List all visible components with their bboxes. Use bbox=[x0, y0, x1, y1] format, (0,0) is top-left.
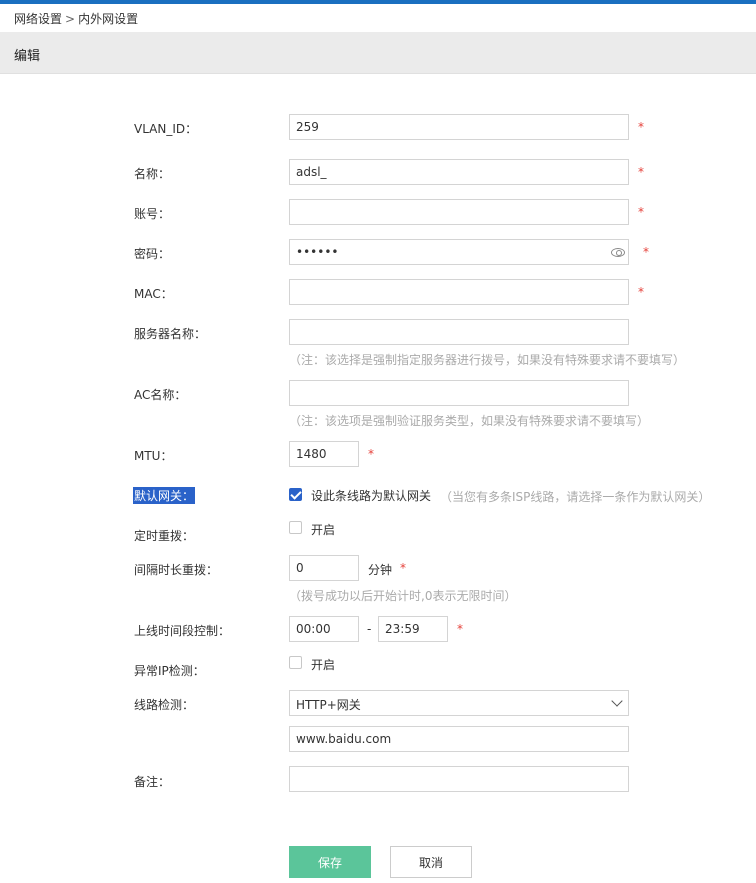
ac-name-label: AC名称： bbox=[134, 388, 187, 402]
scheduled-redial-checkbox-label[interactable]: 开启 bbox=[311, 521, 335, 538]
mac-input[interactable] bbox=[289, 279, 629, 305]
breadcrumb: 网络设置 > 内外网设置 bbox=[14, 10, 138, 27]
mtu-input[interactable] bbox=[289, 441, 359, 467]
server-name-input[interactable] bbox=[289, 319, 629, 345]
abnormal-ip-checkbox[interactable] bbox=[289, 656, 302, 669]
server-name-note: （注：该选择是强制指定服务器进行拨号，如果没有特殊要求请不要填写） bbox=[289, 353, 686, 367]
account-required-mark: * bbox=[638, 205, 644, 219]
abnormal-ip-label: 异常IP检测： bbox=[134, 664, 205, 678]
line-check-selected-value: HTTP+网关 bbox=[296, 698, 361, 712]
breadcrumb-parent[interactable]: 网络设置 bbox=[14, 12, 62, 26]
ac-name-input[interactable] bbox=[289, 380, 629, 406]
vlan-id-label: VLAN_ID： bbox=[134, 122, 198, 136]
online-time-start-input[interactable] bbox=[289, 616, 359, 642]
scheduled-redial-checkbox[interactable] bbox=[289, 521, 302, 534]
vlan-id-required-mark: * bbox=[638, 120, 644, 134]
default-gateway-note: （当您有多条ISP线路，请选择一条作为默认网关） bbox=[440, 490, 711, 504]
password-label: 密码： bbox=[134, 247, 171, 261]
line-check-url-input[interactable] bbox=[289, 726, 629, 752]
cancel-button[interactable]: 取消 bbox=[390, 846, 472, 878]
default-gateway-checkbox[interactable] bbox=[289, 488, 302, 501]
mac-required-mark: * bbox=[638, 285, 644, 299]
section-header: 编辑 bbox=[0, 32, 756, 74]
mac-label: MAC： bbox=[134, 287, 173, 301]
interval-redial-label: 间隔时长重拨： bbox=[134, 563, 219, 577]
interval-redial-note: （拨号成功以后开始计时,0表示无限时间） bbox=[289, 589, 517, 603]
scheduled-redial-label: 定时重拨： bbox=[134, 529, 195, 543]
interval-unit: 分钟 bbox=[368, 563, 393, 577]
vlan-id-input[interactable] bbox=[289, 114, 629, 140]
interval-redial-input[interactable] bbox=[289, 555, 359, 581]
mtu-required-mark: * bbox=[368, 447, 374, 461]
abnormal-ip-checkbox-label[interactable]: 开启 bbox=[311, 656, 335, 673]
password-required-mark: * bbox=[643, 245, 649, 259]
account-label: 账号： bbox=[134, 207, 171, 221]
name-input[interactable] bbox=[289, 159, 629, 185]
top-accent-bar bbox=[0, 0, 756, 4]
online-time-end-input[interactable] bbox=[378, 616, 448, 642]
ac-name-note: （注：该选项是强制验证服务类型，如果没有特殊要求请不要填写） bbox=[289, 414, 650, 428]
line-check-label: 线路检测： bbox=[134, 698, 195, 712]
online-time-separator: - bbox=[367, 622, 372, 636]
default-gateway-label: 默认网关： bbox=[133, 487, 196, 504]
section-title: 编辑 bbox=[14, 49, 41, 64]
line-check-select[interactable]: HTTP+网关 bbox=[289, 690, 629, 716]
eye-icon[interactable] bbox=[611, 248, 625, 257]
chevron-down-icon bbox=[611, 695, 623, 707]
name-label: 名称： bbox=[134, 167, 171, 181]
name-required-mark: * bbox=[638, 165, 644, 179]
remark-label: 备注： bbox=[134, 775, 171, 789]
interval-required-mark: * bbox=[400, 561, 406, 575]
remark-input[interactable] bbox=[289, 766, 629, 792]
account-input[interactable] bbox=[289, 199, 629, 225]
server-name-label: 服务器名称： bbox=[134, 327, 207, 341]
default-gateway-checkbox-label[interactable]: 设此条线路为默认网关 bbox=[311, 487, 431, 504]
online-time-label: 上线时间段控制： bbox=[134, 624, 231, 638]
breadcrumb-current: 内外网设置 bbox=[78, 12, 139, 26]
breadcrumb-separator: > bbox=[65, 12, 76, 26]
save-button[interactable]: 保存 bbox=[289, 846, 371, 878]
online-time-required-mark: * bbox=[457, 622, 463, 636]
password-input[interactable] bbox=[289, 239, 629, 265]
mtu-label: MTU： bbox=[134, 449, 173, 463]
